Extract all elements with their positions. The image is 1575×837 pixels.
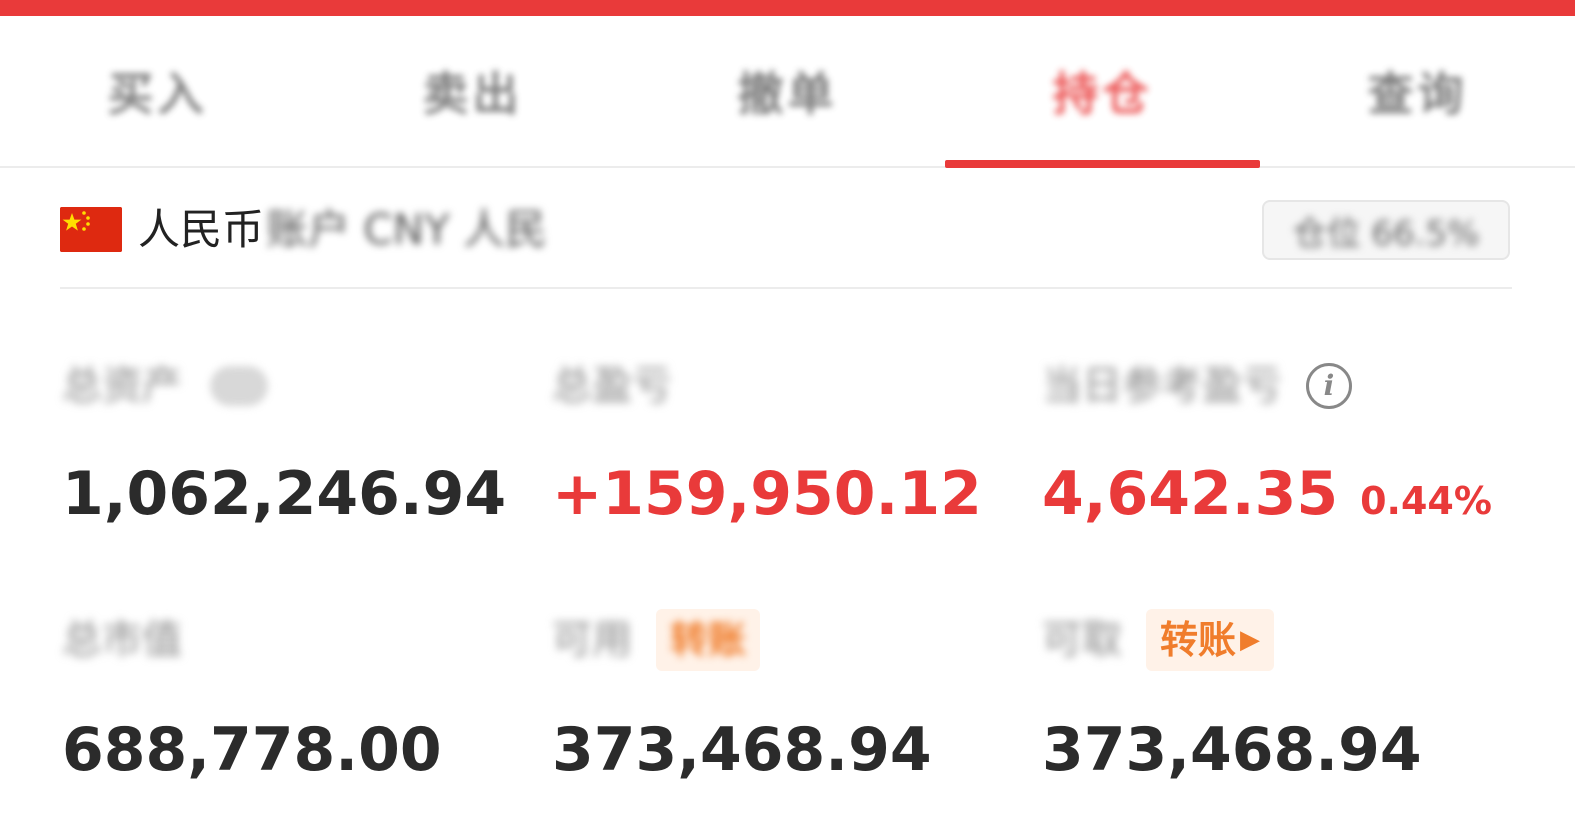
tab-cancel[interactable]: 撤单 bbox=[630, 16, 945, 166]
tab-label: 撤单 bbox=[737, 67, 838, 121]
today-pnl-label: 当日参考盈亏 i bbox=[1042, 356, 1492, 416]
account-name-visible: 人民币 bbox=[138, 205, 265, 254]
china-flag-icon bbox=[60, 207, 122, 252]
position-ratio-badge[interactable]: 仓位 66.5% bbox=[1262, 200, 1510, 260]
info-icon[interactable]: i bbox=[1306, 363, 1352, 409]
active-tab-indicator bbox=[945, 160, 1260, 168]
total-assets-value: 1,062,246.94 bbox=[62, 459, 507, 529]
transfer-button[interactable]: 转账 bbox=[656, 609, 761, 671]
total-assets-label: 总资产 bbox=[62, 356, 506, 416]
available-cell: 可用 转账 373,468.94 bbox=[552, 609, 932, 790]
account-header[interactable]: 人民币 账户 CNY 人民 仓位 66.5% bbox=[60, 200, 1512, 270]
total-pnl-label: 总盈亏 bbox=[552, 363, 672, 409]
tab-positions[interactable]: 持仓 bbox=[945, 16, 1260, 168]
account-name: 人民币 账户 CNY 人民 bbox=[138, 202, 547, 258]
withdrawable-label: 可取 转账 ▶ bbox=[1042, 609, 1422, 671]
available-value: 373,468.94 bbox=[552, 715, 932, 785]
tab-label: 卖出 bbox=[422, 67, 523, 121]
transfer-button[interactable]: 转账 ▶ bbox=[1146, 609, 1275, 671]
divider bbox=[60, 287, 1512, 289]
caret-right-icon: ▶ bbox=[1240, 625, 1261, 655]
today-pnl-value: 4,642.35 0.44% bbox=[1042, 454, 1492, 534]
position-ratio-label: 仓位 66.5% bbox=[1292, 213, 1480, 254]
market-value-value: 688,778.00 bbox=[62, 715, 442, 785]
total-pnl-cell: 总盈亏 +159,950.12 bbox=[552, 356, 982, 534]
total-assets-cell: 总资产 1,062,246.94 bbox=[62, 356, 506, 534]
tab-label: 买入 bbox=[107, 67, 208, 121]
tab-label: 持仓 bbox=[1052, 67, 1153, 121]
tab-query[interactable]: 查询 bbox=[1260, 16, 1575, 166]
market-value-cell: 总市值 688,778.00 bbox=[62, 610, 442, 790]
tab-sell[interactable]: 卖出 bbox=[315, 16, 630, 166]
eye-icon[interactable] bbox=[210, 366, 268, 406]
today-pnl-amount: 4,642.35 bbox=[1042, 459, 1339, 529]
withdrawable-value: 373,468.94 bbox=[1042, 715, 1422, 785]
market-value-label: 总市值 bbox=[62, 617, 182, 663]
top-status-bar bbox=[0, 0, 1575, 16]
trade-tabs: 买入 卖出 撤单 持仓 查询 bbox=[0, 16, 1575, 168]
withdrawable-cell: 可取 转账 ▶ 373,468.94 bbox=[1042, 609, 1422, 790]
today-pnl-percent: 0.44% bbox=[1360, 479, 1492, 523]
available-label: 可用 转账 bbox=[552, 609, 932, 671]
today-pnl-cell: 当日参考盈亏 i 4,642.35 0.44% bbox=[1042, 356, 1492, 534]
tab-label: 查询 bbox=[1367, 67, 1468, 121]
total-pnl-value: +159,950.12 bbox=[552, 459, 982, 529]
tab-buy[interactable]: 买入 bbox=[0, 16, 315, 166]
account-name-obscured: 账户 CNY 人民 bbox=[266, 205, 548, 254]
